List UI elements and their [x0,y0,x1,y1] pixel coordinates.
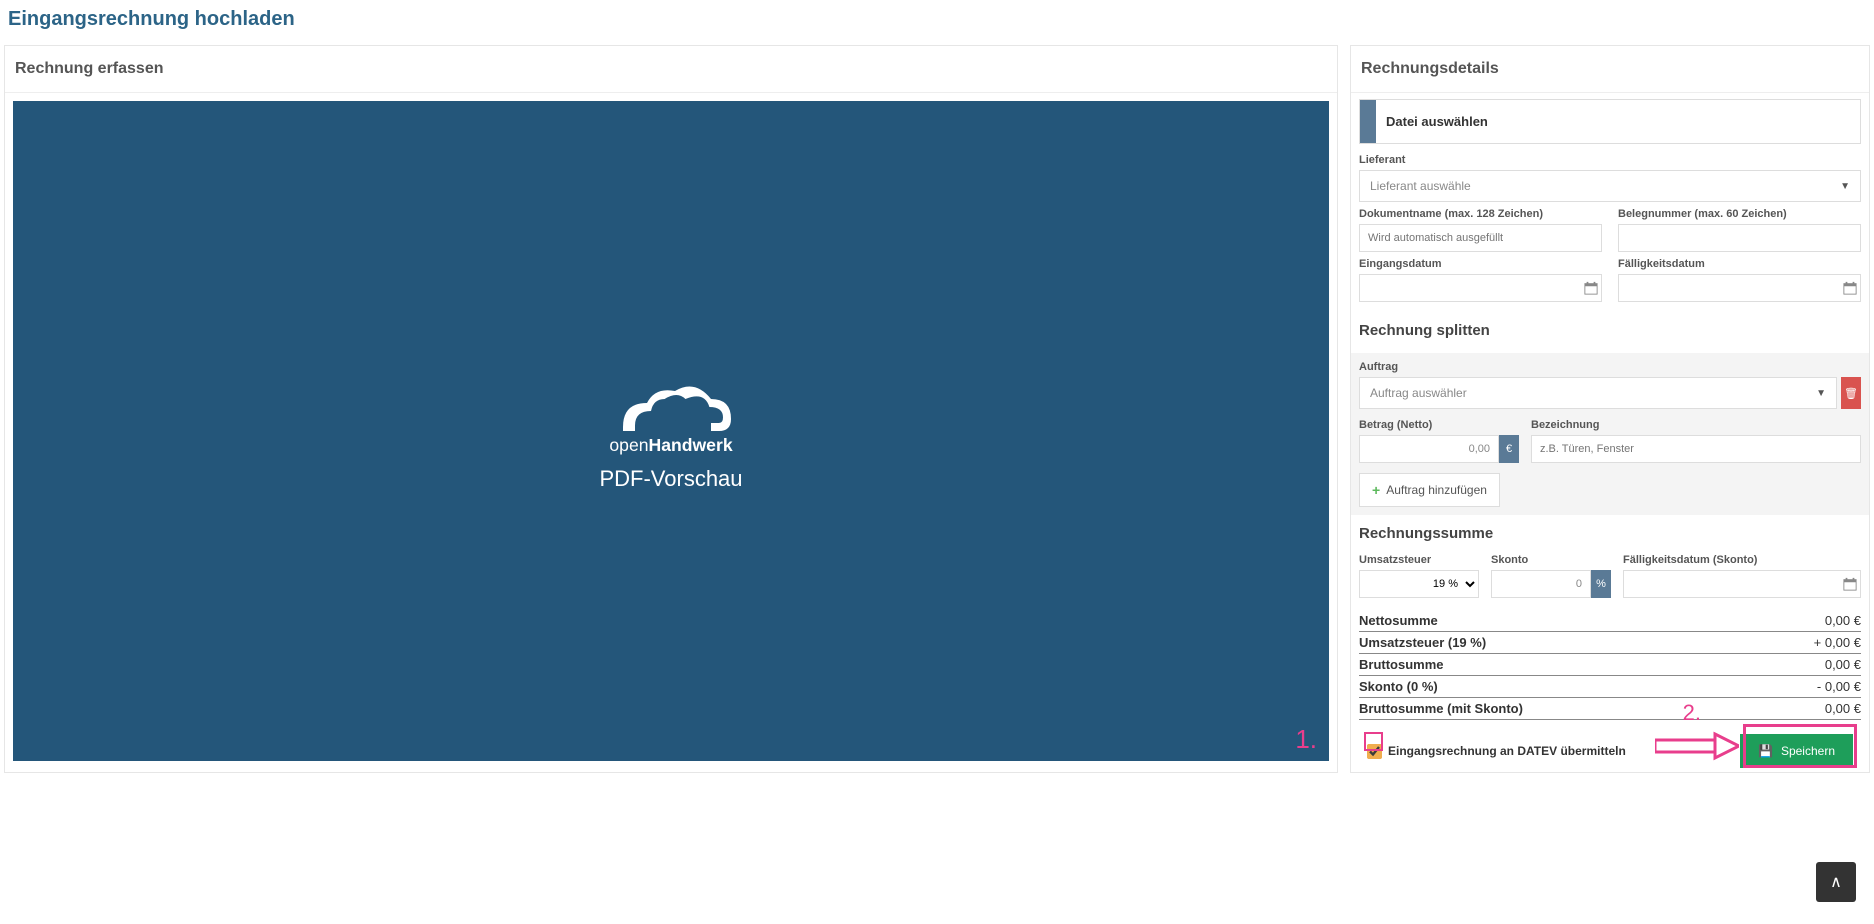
delete-auftrag-button[interactable]: 🗑 [1841,377,1861,409]
add-auftrag-button[interactable]: + Auftrag hinzufügen [1359,473,1500,507]
input-dokumentname[interactable] [1359,224,1602,252]
dropdown-lieferant-placeholder: Lieferant auswähle [1370,179,1471,193]
sum-line: Bruttosumme0,00 € [1359,654,1861,676]
dropdown-lieferant[interactable]: Lieferant auswähle ▼ [1359,170,1861,202]
unit-euro: € [1499,435,1519,463]
annotation-1: 1. [1295,724,1317,755]
datev-checkbox-label: Eingangsrechnung an DATEV übermitteln [1388,744,1626,758]
input-belegnummer[interactable] [1618,224,1861,252]
sum-line: Nettosumme0,00 € [1359,610,1861,632]
label-belegnummer: Belegnummer (max. 60 Zeichen) [1618,208,1861,220]
save-button-label: Speichern [1781,744,1835,758]
sum-line: Bruttosumme (mit Skonto)0,00 € [1359,698,1861,720]
file-select-label[interactable]: Datei auswählen [1376,100,1860,143]
label-eingangsdatum: Eingangsdatum [1359,258,1602,270]
caret-down-icon: ▼ [1816,388,1826,399]
file-select-row[interactable]: Datei auswählen [1359,99,1861,144]
annotation-arrow [1655,730,1739,762]
select-umsatzsteuer[interactable]: 19 % [1359,570,1479,598]
panel-details: Rechnungsdetails Datei auswählen Liefera… [1350,45,1870,773]
label-skonto: Skonto [1491,554,1611,566]
unit-percent: % [1591,570,1611,598]
label-faellig-skonto: Fälligkeitsdatum (Skonto) [1623,554,1861,566]
save-icon: 💾 [1758,744,1773,758]
label-bezeichnung: Bezeichnung [1531,419,1861,431]
page-title: Eingangsrechnung hochladen [4,0,1870,45]
caret-down-icon: ▼ [1840,181,1850,192]
add-auftrag-label: Auftrag hinzufügen [1386,483,1487,497]
label-umsatzsteuer: Umsatzsteuer [1359,554,1479,566]
input-faellig-skonto[interactable] [1623,570,1861,598]
section-summe-title: Rechnungssumme [1351,515,1869,548]
label-auftrag: Auftrag [1359,361,1861,373]
input-bezeichnung[interactable] [1531,435,1861,463]
input-betrag[interactable] [1359,435,1499,463]
dropdown-auftrag[interactable]: Auftrag auswähler ▼ [1359,377,1837,409]
panel-erfassen: Rechnung erfassen openHandwerk PDF-Vorsc… [4,45,1338,773]
dropdown-auftrag-placeholder: Auftrag auswähler [1370,386,1467,400]
pdf-preview-caption: PDF-Vorschau [591,466,751,492]
plus-icon: + [1372,482,1380,498]
section-splitten-title: Rechnung splitten [1351,312,1869,345]
openhandwerk-logo: openHandwerk [591,370,751,460]
trash-icon: 🗑 [1844,387,1858,400]
file-progress-bar [1360,100,1376,143]
panel-details-header: Rechnungsdetails [1351,46,1869,93]
annotation-2: 2. [1683,700,1701,726]
sum-lines: Nettosumme0,00 € Umsatzsteuer (19 %)+ 0,… [1359,610,1861,720]
label-dokumentname: Dokumentname (max. 128 Zeichen) [1359,208,1602,220]
scroll-to-top-button[interactable]: ∧ [1816,862,1856,902]
calendar-icon[interactable] [1584,281,1598,295]
datev-checkbox-wrap[interactable]: Eingangsrechnung an DATEV übermitteln [1367,744,1626,759]
save-button[interactable]: 💾 Speichern [1740,734,1853,768]
label-lieferant: Lieferant [1359,154,1861,166]
label-faelligkeitsdatum: Fälligkeitsdatum [1618,258,1861,270]
datev-checkbox[interactable] [1367,744,1382,759]
pdf-preview-area: openHandwerk PDF-Vorschau 1. [13,101,1329,761]
calendar-icon[interactable] [1843,577,1857,591]
input-skonto[interactable] [1491,570,1591,598]
input-faelligkeitsdatum[interactable] [1618,274,1861,302]
label-betrag: Betrag (Netto) [1359,419,1519,431]
svg-text:openHandwerk: openHandwerk [609,435,732,455]
chevron-up-icon: ∧ [1830,872,1842,892]
sum-line: Umsatzsteuer (19 %)+ 0,00 € [1359,632,1861,654]
panel-erfassen-header: Rechnung erfassen [5,46,1337,93]
input-eingangsdatum[interactable] [1359,274,1602,302]
sum-line: Skonto (0 %)- 0,00 € [1359,676,1861,698]
calendar-icon[interactable] [1843,281,1857,295]
